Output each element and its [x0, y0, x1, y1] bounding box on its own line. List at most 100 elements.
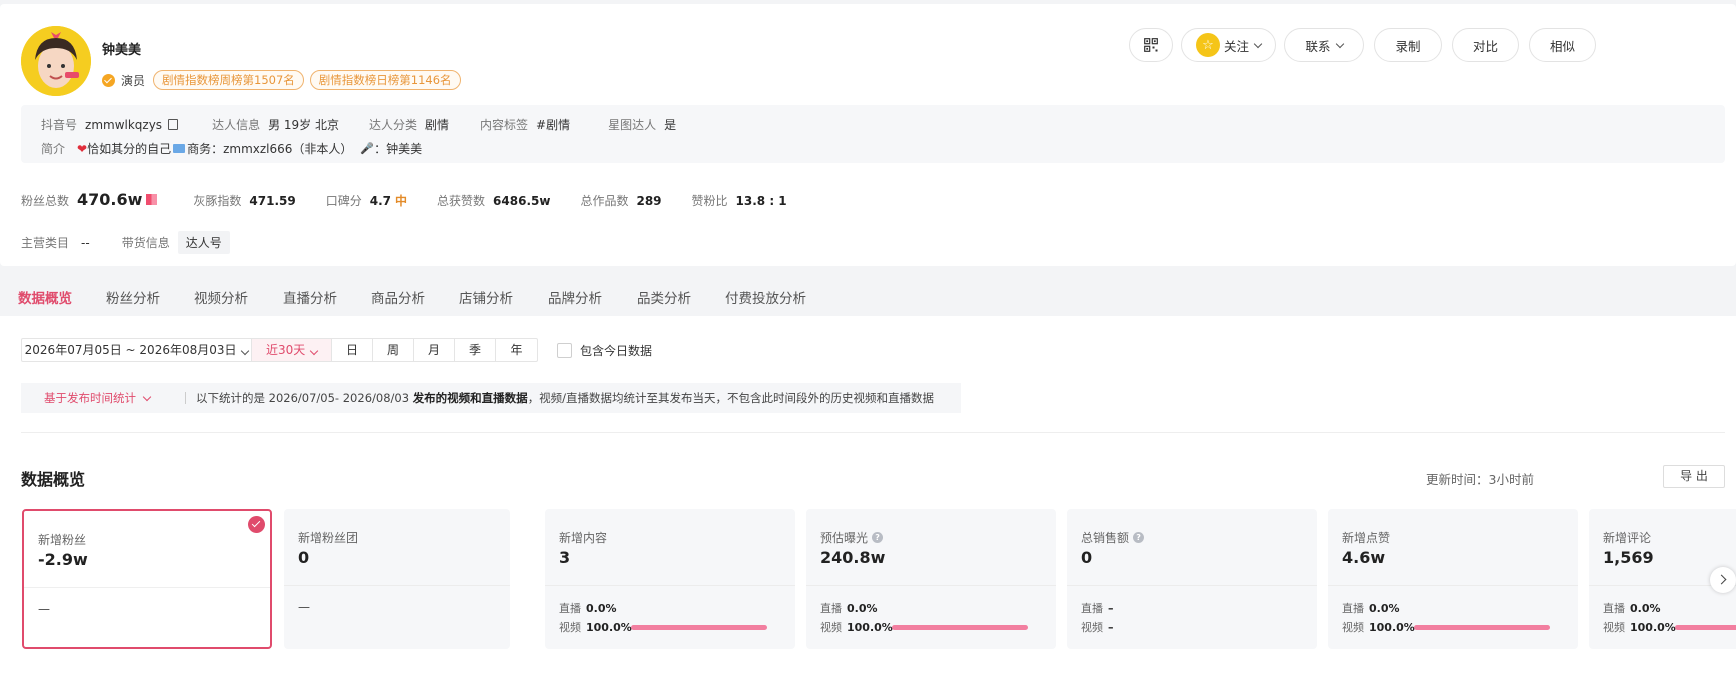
grey-index-label: 灰豚指数: [193, 194, 242, 208]
card-title: 新增点赞: [1342, 531, 1391, 545]
reputation-level: 中: [395, 194, 408, 208]
unit-day[interactable]: 日: [332, 339, 373, 361]
chevron-down-icon: [309, 346, 319, 356]
info-row-2: 简介 ❤ 恰如其分的自己 商务：zmmxzl666（非本人） 🎤 ：钟美美: [41, 140, 422, 157]
export-button[interactable]: 导 出: [1663, 465, 1725, 488]
video-share-bar: [1414, 624, 1550, 630]
card-title: 新增内容: [559, 531, 608, 545]
intro-label: 简介: [41, 142, 66, 156]
intro-text-2: 商务：zmmxzl666（非本人）: [187, 142, 353, 156]
person-info-value: 男 19岁 北京: [268, 118, 339, 132]
tab-category[interactable]: 品类分析: [637, 287, 691, 307]
content-tag-label: 内容标签: [480, 118, 529, 132]
overview-panel: 2026年07月05日 ~ 2026年08月03日 近30天 日 周 月 季 年…: [0, 316, 1736, 679]
similar-button[interactable]: 相似: [1529, 28, 1596, 62]
like-fan-ratio-label: 赞粉比: [691, 194, 728, 208]
update-time: 更新时间：3小时前: [1426, 472, 1534, 487]
cards-next-button[interactable]: [1710, 567, 1736, 593]
rank-daily-badge[interactable]: 剧情指数榜日榜第1146名: [309, 70, 461, 90]
video-share-bar: [631, 624, 767, 630]
tab-product[interactable]: 商品分析: [371, 287, 425, 307]
tab-live[interactable]: 直播分析: [283, 287, 337, 307]
qrcode-button[interactable]: [1129, 28, 1173, 62]
likes-label: 总获赞数: [437, 194, 486, 208]
tab-fans[interactable]: 粉丝分析: [106, 287, 160, 307]
metric-card-new-fan-club[interactable]: 新增粉丝团 0 —: [284, 509, 510, 649]
include-today-checkbox[interactable]: [557, 343, 572, 358]
notice-text: 以下统计的是 2026/07/05- 2026/08/03 发布的视频和直播数据…: [196, 391, 935, 405]
metric-card-new-fans[interactable]: 新增粉丝 -2.9w —: [22, 509, 272, 649]
intro-text-1: 恰如其分的自己: [87, 142, 172, 156]
qrcode-icon: [1144, 38, 1158, 52]
category-row: 主营类目 -- 带货信息 达人号: [21, 231, 230, 254]
date-range-picker[interactable]: 2026年07月05日 ~ 2026年08月03日: [22, 339, 252, 361]
reputation-label: 口碑分: [325, 194, 362, 208]
copy-icon[interactable]: [168, 119, 179, 130]
card-title: 新增评论: [1603, 531, 1652, 545]
card-title: 总销售额?: [1081, 529, 1145, 546]
metric-card-new-likes[interactable]: 新增点赞 4.6w 直播 0.0% 视频 100.0%: [1328, 509, 1578, 649]
category-value: 剧情: [425, 118, 450, 132]
follow-button[interactable]: ☆ 关注: [1181, 28, 1276, 62]
compare-button[interactable]: 对比: [1452, 28, 1519, 62]
card-title: 预估曝光?: [820, 529, 884, 546]
profile-name: 钟美美: [102, 43, 142, 58]
chevron-down-icon: [142, 392, 152, 401]
include-today-label: 包含今日数据: [580, 344, 653, 358]
info-box: 抖音号 zmmwlkqzys 达人信息 男 19岁 北京 达人分类 剧情 内容标…: [21, 105, 1725, 163]
contact-button[interactable]: 联系: [1284, 28, 1364, 62]
works-label: 总作品数: [580, 194, 629, 208]
microphone-icon: 🎤: [360, 142, 375, 155]
help-icon[interactable]: ?: [872, 532, 884, 543]
unit-year[interactable]: 年: [496, 339, 537, 361]
info-row-1: 抖音号 zmmwlkqzys 达人信息 男 19岁 北京 达人分类 剧情 内容标…: [41, 116, 676, 133]
profile-card: 钟美美 演员 剧情指数榜周榜第1507名 剧情指数榜日榜第1146名 ☆ 关注: [0, 4, 1736, 266]
divider: [185, 392, 186, 404]
selected-check-icon: [248, 516, 265, 533]
recent-30-days-select[interactable]: 近30天: [252, 339, 332, 361]
unit-month[interactable]: 月: [414, 339, 455, 361]
douyin-id-label: 抖音号: [41, 118, 78, 132]
tab-shop[interactable]: 店铺分析: [459, 287, 513, 307]
goods-info-chip: 达人号: [177, 231, 230, 254]
profile-tags: 演员 剧情指数榜周榜第1507名 剧情指数榜日榜第1146名: [102, 70, 461, 90]
video-share-bar: [1675, 624, 1736, 630]
profile-role: 演员: [121, 73, 146, 88]
star-creator-value: 是: [664, 118, 677, 132]
card-value: 3: [559, 548, 571, 567]
include-today-toggle[interactable]: 包含今日数据: [557, 342, 652, 359]
fans-chart-icon[interactable]: [146, 194, 158, 205]
douyin-id-value: zmmwlkqzys: [85, 117, 163, 132]
card-title: 新增粉丝团: [298, 531, 359, 545]
card-value: 1,569: [1603, 548, 1654, 567]
stats-row: 粉丝总数 470.6w 灰豚指数 471.59 口碑分 4.7 中 总获赞数 6…: [21, 190, 787, 209]
metric-cards: 新增粉丝 -2.9w — 新增粉丝团 0 — 新增内容 3 直播 0.0% 视频 1…: [22, 509, 1736, 649]
card-value: 0: [1081, 548, 1093, 567]
unit-quarter[interactable]: 季: [455, 339, 496, 361]
unit-week[interactable]: 周: [373, 339, 414, 361]
card-value: 240.8w: [820, 548, 886, 567]
tab-video[interactable]: 视频分析: [194, 287, 248, 307]
card-title: 新增粉丝: [38, 533, 87, 547]
main-category-label: 主营类目: [21, 236, 70, 250]
content-tag-value: #剧情: [536, 118, 571, 132]
metric-card-exposure[interactable]: 预估曝光? 240.8w 直播 0.0% 视频 100.0%: [806, 509, 1056, 649]
rank-weekly-badge[interactable]: 剧情指数榜周榜第1507名: [153, 70, 304, 90]
avatar[interactable]: [21, 26, 91, 96]
fans-value: 470.6w: [77, 190, 143, 209]
card-value: -2.9w: [38, 550, 88, 569]
heart-icon: ❤: [77, 141, 88, 156]
main-category-value: --: [81, 235, 90, 250]
section-title: 数据概览: [21, 470, 86, 489]
card-value: 4.6w: [1342, 548, 1386, 567]
help-icon[interactable]: ?: [1133, 532, 1145, 543]
intro-text-3: ：钟美美: [374, 142, 423, 156]
tab-paid-ads[interactable]: 付费投放分析: [725, 287, 806, 307]
person-info-label: 达人信息: [212, 118, 261, 132]
tab-overview[interactable]: 数据概览: [18, 287, 72, 318]
basis-select[interactable]: 基于发布时间统计: [21, 390, 185, 406]
metric-card-new-content[interactable]: 新增内容 3 直播 0.0% 视频 100.0%: [545, 509, 795, 649]
record-button[interactable]: 录制: [1374, 28, 1442, 62]
tab-brand[interactable]: 品牌分析: [548, 287, 602, 307]
metric-card-sales[interactable]: 总销售额? 0 直播 – 视频 –: [1067, 509, 1317, 649]
